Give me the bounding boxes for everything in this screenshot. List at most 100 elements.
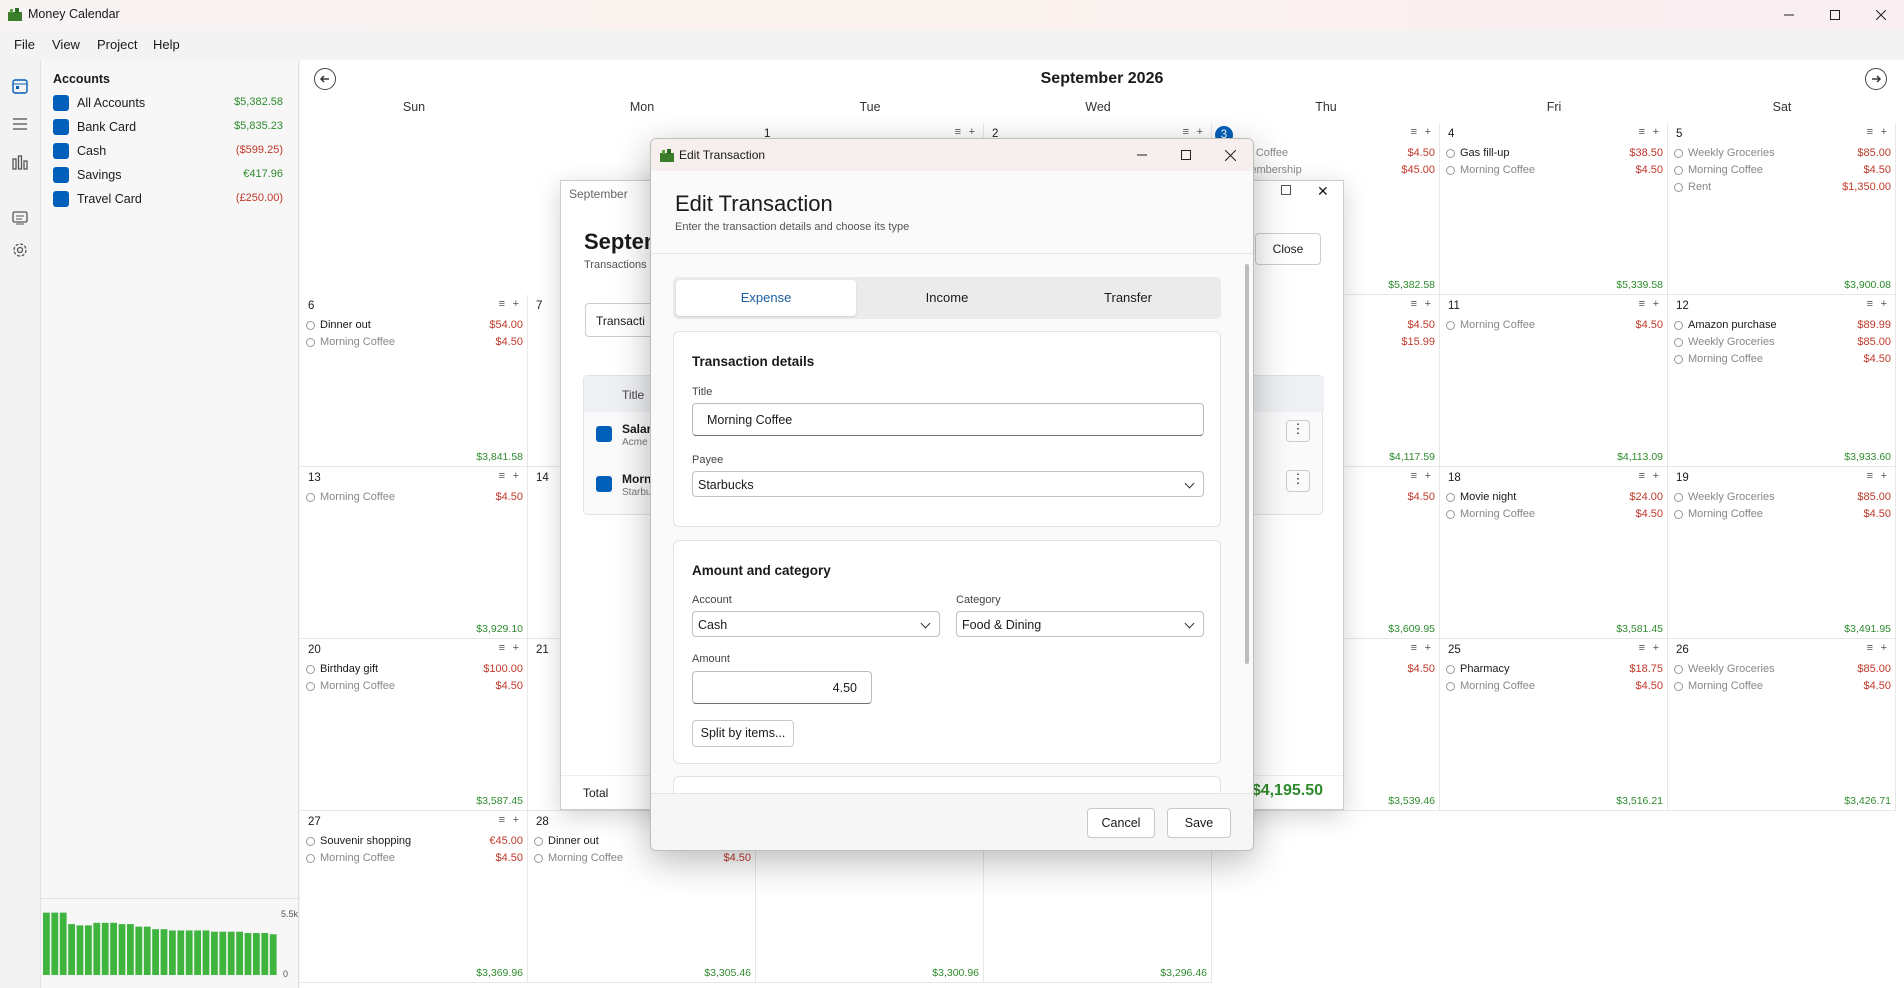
- add-transaction-icon[interactable]: +: [1197, 126, 1203, 138]
- transaction-item[interactable]: Weekly Groceries $85.00: [1674, 147, 1891, 161]
- transaction-item[interactable]: Morning Coffee $4.50: [1446, 164, 1663, 178]
- add-transaction-icon[interactable]: +: [1653, 126, 1659, 138]
- summary-maximize-icon[interactable]: [1281, 185, 1291, 195]
- transaction-item[interactable]: Morning Coffee $4.50: [1446, 319, 1663, 333]
- split-items-button[interactable]: Split by items...: [692, 720, 794, 747]
- add-transaction-icon[interactable]: +: [1881, 470, 1887, 482]
- day-cell[interactable]: 25 ≡ + Pharmacy $18.75 Morning Coffee $4.50 $3,…: [1440, 639, 1668, 811]
- day-cell[interactable]: 20 ≡ + Birthday gift $100.00 Morning Coffee $4…: [300, 639, 528, 811]
- maximize-icon[interactable]: [1812, 0, 1858, 30]
- day-list-icon[interactable]: ≡: [499, 814, 505, 826]
- calendar-icon[interactable]: [12, 78, 28, 94]
- account-select[interactable]: Cash: [692, 611, 940, 637]
- day-list-icon[interactable]: ≡: [1411, 126, 1417, 138]
- cancel-button[interactable]: Cancel: [1087, 808, 1155, 838]
- day-list-icon[interactable]: ≡: [1867, 642, 1873, 654]
- title-input[interactable]: Morning Coffee: [692, 403, 1204, 436]
- day-list-icon[interactable]: ≡: [499, 470, 505, 482]
- tab-income[interactable]: Income: [857, 280, 1037, 316]
- day-list-icon[interactable]: ≡: [1639, 126, 1645, 138]
- transaction-item[interactable]: Weekly Groceries $85.00: [1674, 491, 1891, 505]
- more-icon[interactable]: ⋮: [1286, 470, 1310, 492]
- category-select[interactable]: Food & Dining: [956, 611, 1204, 637]
- day-cell[interactable]: 11 ≡ + Morning Coffee $4.50 $4,113.09: [1440, 295, 1668, 467]
- transaction-item[interactable]: Morning Coffee $4.50: [306, 491, 523, 505]
- day-cell[interactable]: 4 ≡ + Gas fill-up $38.50 Morning Coffee $4.50 $…: [1440, 123, 1668, 295]
- add-transaction-icon[interactable]: +: [1425, 126, 1431, 138]
- transaction-item[interactable]: Movie night $24.00: [1446, 491, 1663, 505]
- day-cell[interactable]: 27 ≡ + Souvenir shopping €45.00 Morning Coffe…: [300, 811, 528, 983]
- dialog-scrollbar[interactable]: [1245, 264, 1249, 664]
- day-list-icon[interactable]: ≡: [1639, 298, 1645, 310]
- day-cell[interactable]: 26 ≡ + Weekly Groceries $85.00 Morning Coffee…: [1668, 639, 1896, 811]
- day-list-icon[interactable]: ≡: [1639, 642, 1645, 654]
- amount-input[interactable]: 4.50: [692, 671, 872, 704]
- add-transaction-icon[interactable]: +: [1425, 298, 1431, 310]
- account-checkbox[interactable]: [53, 95, 69, 111]
- add-transaction-icon[interactable]: +: [1425, 470, 1431, 482]
- transaction-item[interactable]: Amazon purchase $89.99: [1674, 319, 1891, 333]
- add-transaction-icon[interactable]: +: [1653, 298, 1659, 310]
- dialog-close-icon[interactable]: [1207, 139, 1253, 171]
- add-transaction-icon[interactable]: +: [1653, 470, 1659, 482]
- account-item[interactable]: Travel Card (£250.00): [53, 190, 283, 208]
- tab-transfer[interactable]: Transfer: [1038, 280, 1218, 316]
- transaction-item[interactable]: Morning Coffee $4.50: [1674, 508, 1891, 522]
- day-list-icon[interactable]: ≡: [1867, 298, 1873, 310]
- day-cell[interactable]: 5 ≡ + Weekly Groceries $85.00 Morning Coffee $…: [1668, 123, 1896, 295]
- transaction-item[interactable]: Morning Coffee $4.50: [1446, 508, 1663, 522]
- dialog-maximize-icon[interactable]: [1163, 139, 1209, 171]
- menu-view[interactable]: View: [52, 37, 80, 52]
- transaction-item[interactable]: Morning Coffee $4.50: [306, 680, 523, 694]
- bar-chart-icon[interactable]: [12, 154, 28, 170]
- transaction-item[interactable]: Souvenir shopping €45.00: [306, 835, 523, 849]
- account-checkbox[interactable]: [53, 143, 69, 159]
- summary-close-icon[interactable]: ✕: [1317, 183, 1329, 200]
- day-cell[interactable]: 19 ≡ + Weekly Groceries $85.00 Morning Coffee…: [1668, 467, 1896, 639]
- list-icon[interactable]: [12, 116, 28, 132]
- transaction-item[interactable]: Dinner out $54.00: [306, 319, 523, 333]
- day-list-icon[interactable]: ≡: [1183, 126, 1189, 138]
- day-cell[interactable]: 12 ≡ + Amazon purchase $89.99 Weekly Grocerie…: [1668, 295, 1896, 467]
- day-list-icon[interactable]: ≡: [1411, 642, 1417, 654]
- menu-file[interactable]: File: [14, 37, 35, 52]
- more-icon[interactable]: ⋮: [1286, 420, 1310, 442]
- add-transaction-icon[interactable]: +: [1881, 126, 1887, 138]
- transaction-item[interactable]: Birthday gift $100.00: [306, 663, 523, 677]
- transaction-item[interactable]: Gas fill-up $38.50: [1446, 147, 1663, 161]
- transaction-item[interactable]: Weekly Groceries $85.00: [1674, 336, 1891, 350]
- transaction-item[interactable]: Morning Coffee $4.50: [1446, 680, 1663, 694]
- transaction-item[interactable]: Pharmacy $18.75: [1446, 663, 1663, 677]
- add-transaction-icon[interactable]: +: [969, 126, 975, 138]
- transaction-item[interactable]: Morning Coffee $4.50: [1674, 680, 1891, 694]
- row-checkbox[interactable]: [596, 476, 612, 492]
- close-icon[interactable]: [1858, 0, 1904, 30]
- add-transaction-icon[interactable]: +: [1425, 642, 1431, 654]
- day-list-icon[interactable]: ≡: [1867, 470, 1873, 482]
- add-transaction-icon[interactable]: +: [513, 814, 519, 826]
- day-list-icon[interactable]: ≡: [1411, 470, 1417, 482]
- minimize-icon[interactable]: [1766, 0, 1812, 30]
- day-list-icon[interactable]: ≡: [1867, 126, 1873, 138]
- account-item[interactable]: Bank Card $5,835.23: [53, 118, 283, 136]
- add-transaction-icon[interactable]: +: [513, 298, 519, 310]
- row-checkbox[interactable]: [596, 426, 612, 442]
- day-list-icon[interactable]: ≡: [955, 126, 961, 138]
- add-transaction-icon[interactable]: +: [1881, 642, 1887, 654]
- gear-icon[interactable]: [12, 242, 28, 258]
- next-month-button[interactable]: [1865, 68, 1887, 90]
- day-cell[interactable]: 13 ≡ + Morning Coffee $4.50 $3,929.10: [300, 467, 528, 639]
- reports-icon[interactable]: [12, 210, 28, 226]
- add-transaction-icon[interactable]: +: [1653, 642, 1659, 654]
- day-list-icon[interactable]: ≡: [1411, 298, 1417, 310]
- transaction-item[interactable]: Morning Coffee $4.50: [1674, 164, 1891, 178]
- save-button[interactable]: Save: [1167, 808, 1231, 838]
- account-checkbox[interactable]: [53, 191, 69, 207]
- menu-help[interactable]: Help: [153, 37, 180, 52]
- payee-select[interactable]: Starbucks: [692, 471, 1204, 497]
- add-transaction-icon[interactable]: +: [513, 642, 519, 654]
- add-transaction-icon[interactable]: +: [513, 470, 519, 482]
- account-item[interactable]: Cash ($599.25): [53, 142, 283, 160]
- day-cell[interactable]: 6 ≡ + Dinner out $54.00 Morning Coffee $4.50 $3…: [300, 295, 528, 467]
- account-item[interactable]: All Accounts $5,382.58: [53, 94, 283, 112]
